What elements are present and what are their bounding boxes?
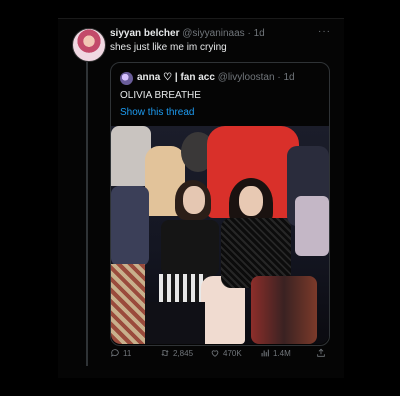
retweet-button[interactable]: 2,845 [160, 348, 193, 358]
show-thread-link[interactable]: Show this thread [120, 107, 195, 118]
person-left-skirt [159, 274, 207, 302]
person-right-pants [251, 276, 317, 344]
like-button[interactable]: 470K [210, 348, 242, 358]
avatar[interactable] [72, 28, 106, 62]
tweet-text: shes just like me im crying [110, 42, 227, 53]
separator-dot: · [247, 28, 251, 39]
views-count: 1.4M [273, 348, 291, 358]
handle[interactable]: @siyyaninaas [182, 28, 244, 39]
retweet-icon [161, 350, 169, 356]
reply-count: 11 [123, 348, 132, 358]
action-bar: 11 2,845 470K 1.4M [110, 346, 330, 362]
crowd-person [111, 186, 149, 266]
quoted-header: anna ♡ | fan acc @livyloostan · 1d [137, 72, 295, 83]
reply-button[interactable]: 11 [110, 348, 131, 358]
display-name[interactable]: siyyan belcher [110, 28, 179, 39]
person-right-face [239, 186, 263, 216]
tweet-photo[interactable] [111, 126, 329, 344]
person-left-top [161, 220, 219, 276]
views-icon [261, 349, 269, 357]
thread-line [86, 62, 88, 366]
quoted-tweet[interactable]: anna ♡ | fan acc @livyloostan · 1d OLIVI… [110, 62, 330, 346]
person-left-face [183, 186, 205, 214]
quoted-text: OLIVIA BREATHE [120, 90, 201, 101]
share-icon [317, 348, 325, 357]
like-count: 470K [223, 348, 242, 358]
quoted-timestamp: 1d [283, 72, 295, 83]
courtside-seat [145, 302, 205, 344]
share-button[interactable] [316, 348, 326, 358]
quoted-avatar [120, 72, 133, 85]
tweet-header: siyyan belcher @siyyaninaas · 1d [110, 28, 265, 39]
divider [58, 18, 344, 19]
views-button[interactable]: 1.4M [260, 348, 291, 358]
separator-dot: · [277, 72, 281, 83]
reply-icon [111, 349, 119, 357]
crowd-person-plaid [111, 264, 145, 344]
heart-icon [211, 350, 219, 357]
quoted-handle: @livyloostan [217, 72, 275, 83]
more-options-icon[interactable]: ··· [318, 26, 331, 37]
retweet-count: 2,845 [173, 348, 194, 358]
timestamp[interactable]: 1d [254, 28, 265, 39]
quoted-display-name: anna ♡ | fan acc [137, 72, 215, 83]
crowd-person [295, 196, 329, 256]
